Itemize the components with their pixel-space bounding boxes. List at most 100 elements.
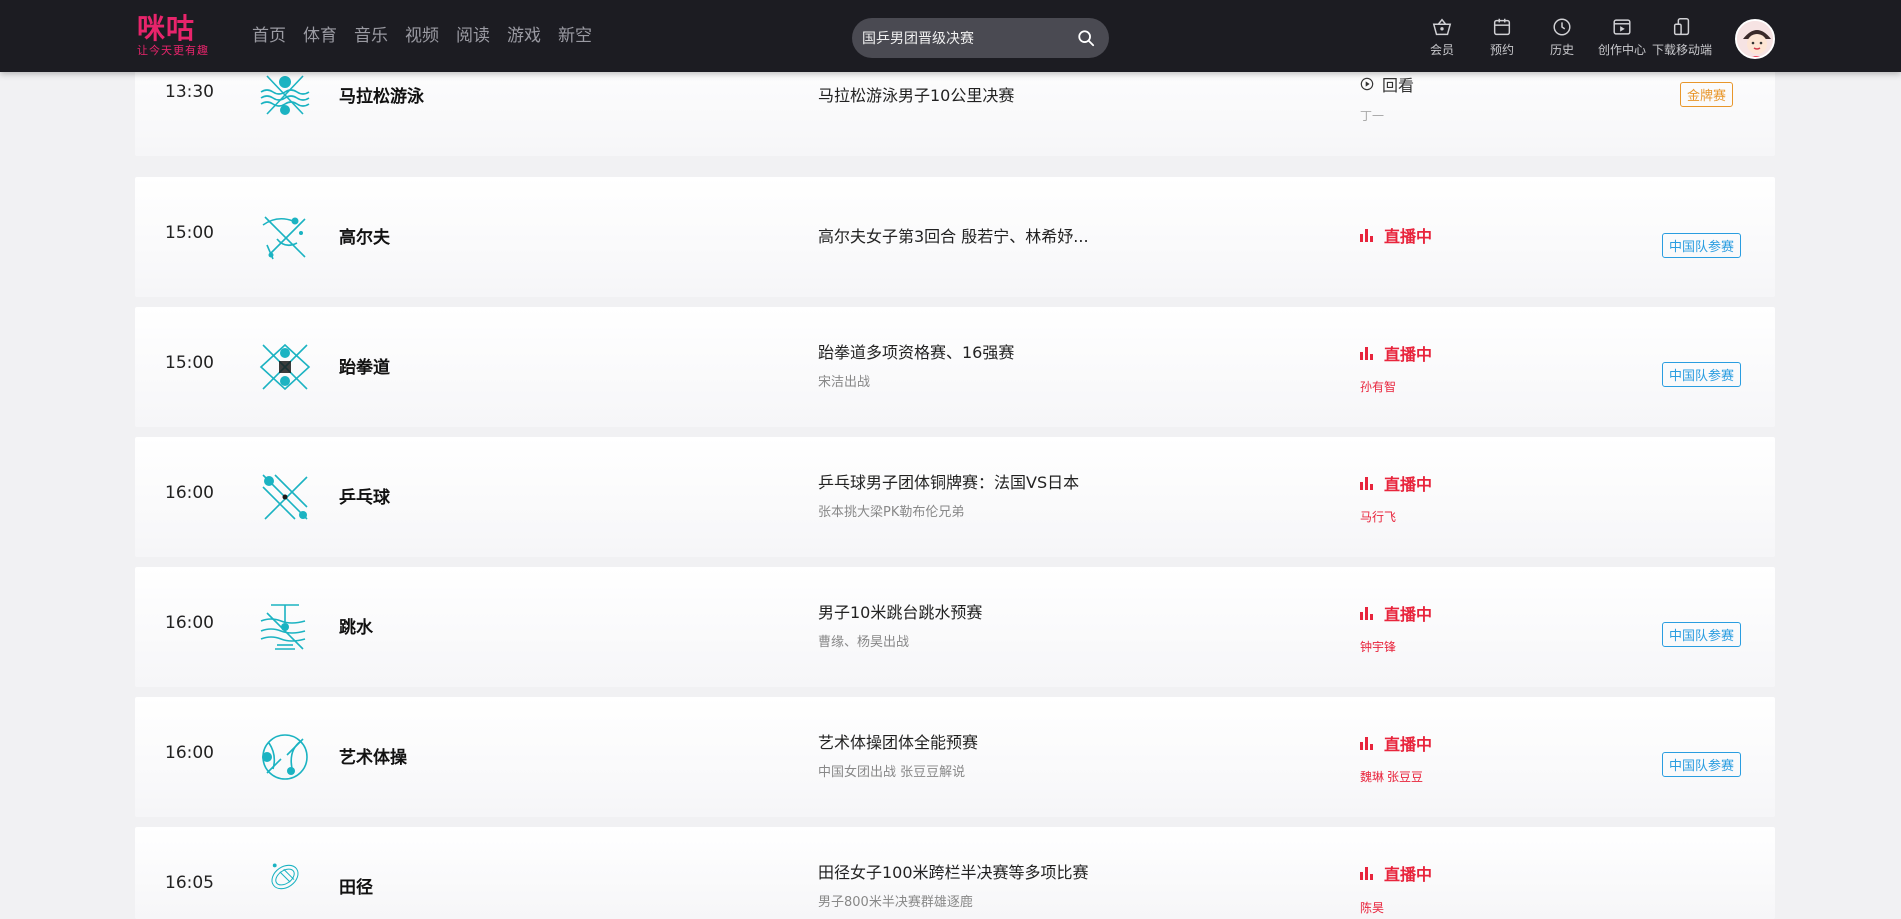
- schedule-row[interactable]: 16:00 跳水 男子10米跳台跳水预赛 曹缘、杨昊出战 直播中 钟宇锋 中国队…: [135, 567, 1775, 687]
- china-team-badge: 中国队参赛: [1662, 233, 1742, 258]
- event-time: 13:30: [165, 82, 214, 102]
- china-team-badge: 中国队参赛: [1662, 752, 1742, 777]
- live-button[interactable]: 直播中: [1360, 601, 1432, 625]
- sport-name: 马拉松游泳: [339, 87, 424, 107]
- history-button[interactable]: 历史: [1532, 16, 1592, 64]
- mobile-download-icon: [1673, 18, 1690, 36]
- create-video-icon: [1613, 19, 1631, 35]
- sport-name: 高尔夫: [339, 228, 390, 248]
- event-subtitle: 中国女团出战 张豆豆解说: [818, 765, 966, 780]
- reserve-label: 预约: [1489, 43, 1514, 57]
- download-app-label: 下载移动端: [1652, 43, 1713, 57]
- event-title[interactable]: 马拉松游泳男子10公里决赛: [818, 82, 1014, 106]
- event-time: 16:00: [165, 743, 214, 763]
- taekwondo-icon: [259, 343, 311, 391]
- sport-name: 田径: [339, 878, 373, 898]
- avatar-image: [1737, 21, 1773, 57]
- play-circle-icon: [1360, 77, 1374, 91]
- user-avatar[interactable]: [1735, 19, 1775, 59]
- commentator-name: 丁一: [1360, 109, 1385, 123]
- event-subtitle: 张本挑大梁PK勒布伦兄弟: [818, 505, 965, 520]
- live-bars-icon: [1360, 476, 1374, 490]
- table-tennis-icon: [262, 474, 308, 520]
- schedule-row[interactable]: 16:00 乒乓球 乒乓球男子团体铜牌赛：法国VS日本 张本挑大梁PK勒布伦兄弟…: [135, 437, 1775, 557]
- header-tools: 会员 预约 历史 创作中心 下载移动端: [1412, 16, 1712, 64]
- event-title[interactable]: 乒乓球男子团体铜牌赛：法国VS日本: [818, 469, 1079, 493]
- creator-center-label: 创作中心: [1597, 43, 1646, 57]
- vip-basket-icon: [1432, 18, 1452, 36]
- live-button[interactable]: 直播中: [1360, 471, 1432, 495]
- event-title[interactable]: 跆拳道多项资格赛、16强赛: [818, 339, 1014, 363]
- status-label: 直播中: [1384, 227, 1433, 246]
- schedule-row[interactable]: 16:05 田径 田径女子100米跨栏半决赛等多项比赛 男子800米半决赛群雄逐…: [135, 827, 1775, 919]
- nav-item-reading[interactable]: 阅读: [456, 24, 490, 48]
- commentator-name[interactable]: 陈昊: [1360, 899, 1384, 916]
- status-label: 直播中: [1384, 605, 1433, 624]
- live-button[interactable]: 直播中: [1360, 223, 1432, 247]
- live-bars-icon: [1360, 866, 1374, 880]
- event-subtitle: 男子800米半决赛群雄逐鹿: [818, 895, 973, 910]
- vip-button[interactable]: 会员: [1412, 16, 1472, 64]
- status-label: 直播中: [1384, 865, 1433, 884]
- vip-label: 会员: [1429, 43, 1454, 57]
- diving-icon: [260, 604, 306, 650]
- event-subtitle: 曹缘、杨昊出战: [818, 635, 910, 650]
- reserve-button[interactable]: 预约: [1472, 16, 1532, 64]
- sport-name: 跳水: [339, 618, 373, 638]
- download-app-button[interactable]: 下载移动端: [1652, 16, 1712, 64]
- live-bars-icon: [1360, 606, 1374, 620]
- logo-slogan: 让今天更有趣: [137, 44, 209, 57]
- commentator-name[interactable]: 魏琳: [1360, 768, 1384, 785]
- commentator-name[interactable]: 马行飞: [1360, 508, 1396, 525]
- replay-button[interactable]: 回看: [1360, 72, 1414, 96]
- creator-center-button[interactable]: 创作中心: [1592, 16, 1652, 64]
- search-input[interactable]: [862, 18, 1062, 58]
- schedule-row[interactable]: 16:00 艺术体操 艺术体操团体全能预赛 中国女团出战 张豆豆解说 直播中 魏…: [135, 697, 1775, 817]
- calendar-icon: [1493, 18, 1511, 36]
- nav-item-sports[interactable]: 体育: [303, 24, 337, 48]
- status-label: 直播中: [1384, 345, 1433, 364]
- top-navigation-bar: 咪咕 让今天更有趣 首页 体育 音乐 视频 阅读 游戏 新空 会员 预约 历史: [0, 0, 1901, 72]
- event-time: 16:05: [165, 873, 214, 893]
- nav-item-video[interactable]: 视频: [405, 24, 439, 48]
- schedule-row[interactable]: 15:00 高尔夫 高尔夫女子第3回合 殷若宁、林希妤... 直播中 中国队参赛: [135, 177, 1775, 297]
- live-button[interactable]: 直播中: [1360, 731, 1432, 755]
- status-label: 回看: [1382, 76, 1415, 95]
- commentator-name[interactable]: 钟宇锋: [1360, 638, 1396, 655]
- main-nav: 首页 体育 音乐 视频 阅读 游戏 新空: [252, 24, 609, 48]
- athletics-icon: [271, 863, 299, 890]
- clock-icon: [1553, 18, 1571, 36]
- event-subtitle: 宋洁出战: [818, 375, 871, 390]
- china-team-badge: 中国队参赛: [1662, 622, 1742, 647]
- live-bars-icon: [1360, 228, 1374, 242]
- commentator-name[interactable]: 张豆豆: [1387, 768, 1423, 785]
- nav-item-music[interactable]: 音乐: [354, 24, 388, 48]
- live-button[interactable]: 直播中: [1360, 341, 1432, 365]
- event-time: 16:00: [165, 613, 214, 633]
- status-label: 直播中: [1384, 735, 1433, 754]
- event-title[interactable]: 高尔夫女子第3回合 殷若宁、林希妤...: [818, 223, 1089, 247]
- history-label: 历史: [1549, 43, 1574, 57]
- search-box: [852, 18, 1109, 58]
- commentator-name[interactable]: 孙有智: [1360, 378, 1396, 395]
- nav-item-games[interactable]: 游戏: [507, 24, 541, 48]
- search-icon[interactable]: [1077, 29, 1095, 47]
- china-team-badge: 中国队参赛: [1662, 362, 1742, 387]
- sport-name: 艺术体操: [339, 748, 407, 768]
- nav-item-home[interactable]: 首页: [252, 24, 286, 48]
- event-title[interactable]: 男子10米跳台跳水预赛: [818, 599, 982, 623]
- migu-logo[interactable]: 咪咕 让今天更有趣: [137, 14, 223, 60]
- status-label: 直播中: [1384, 475, 1433, 494]
- event-time: 15:00: [165, 223, 214, 243]
- schedule-row[interactable]: 15:00 跆拳道 跆拳道多项资格赛、16强赛 宋洁出战 直播中 孙有智 中国队…: [135, 307, 1775, 427]
- sport-name: 乒乓球: [339, 488, 390, 508]
- nav-item-xinkong[interactable]: 新空: [558, 24, 592, 48]
- live-bars-icon: [1360, 346, 1374, 360]
- live-button[interactable]: 直播中: [1360, 861, 1432, 885]
- event-time: 15:00: [165, 353, 214, 373]
- event-title[interactable]: 田径女子100米跨栏半决赛等多项比赛: [818, 859, 1089, 883]
- golf-icon: [262, 216, 306, 260]
- event-title[interactable]: 艺术体操团体全能预赛: [818, 729, 978, 753]
- sport-name: 跆拳道: [339, 358, 390, 378]
- logo-text: 咪咕: [137, 12, 196, 45]
